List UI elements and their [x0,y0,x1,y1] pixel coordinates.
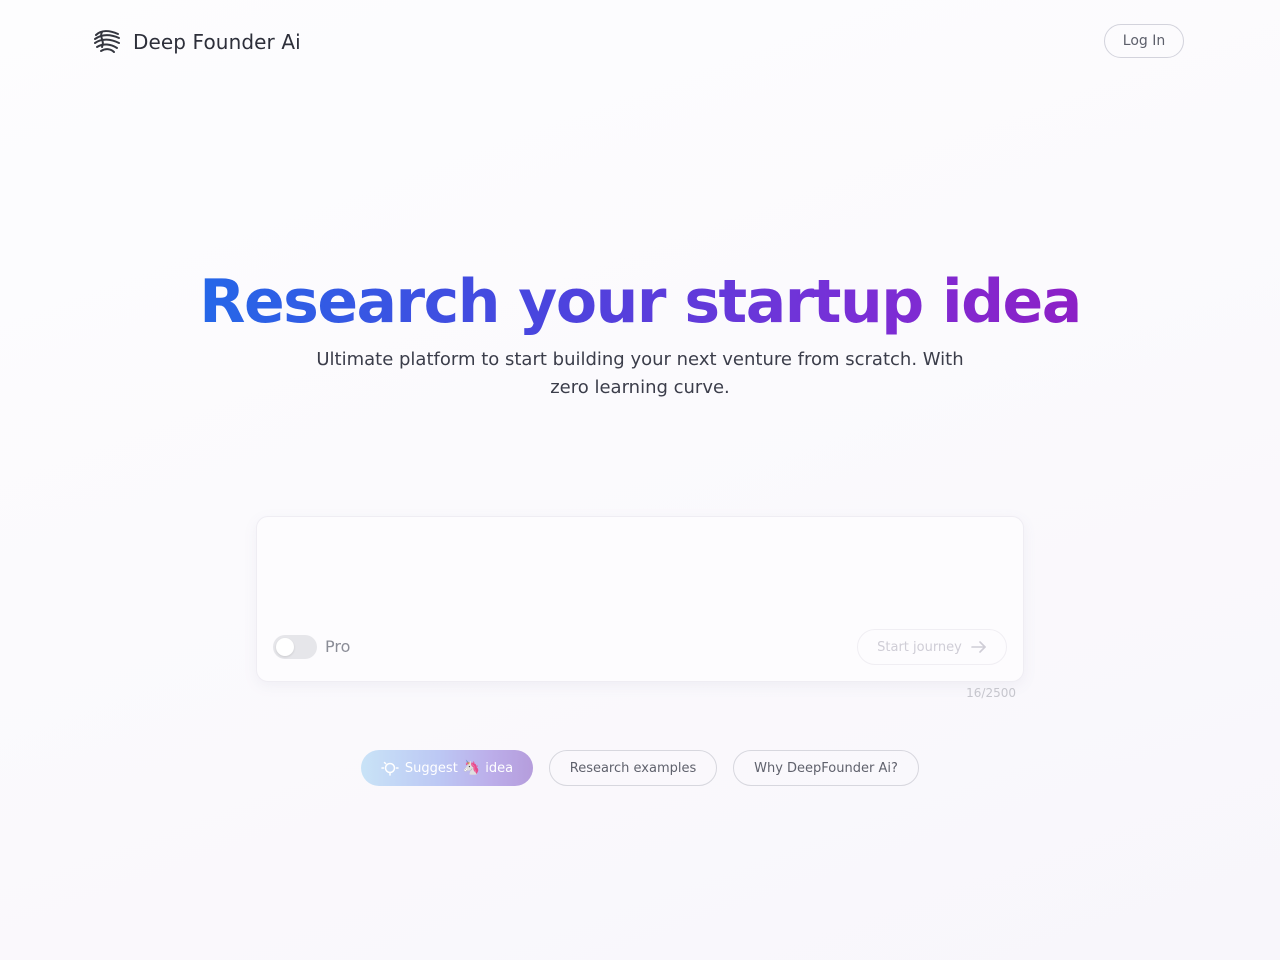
suggest-idea-button[interactable]: Suggest 🦄 idea [361,750,533,786]
hero-title: Research your startup idea [0,262,1280,342]
start-journey-button[interactable]: Start journey [857,629,1007,665]
toggle-knob [276,638,294,656]
pro-label: Pro [325,637,351,656]
suggest-suffix: idea [485,760,514,776]
lightbulb-icon [381,760,399,776]
research-examples-button[interactable]: Research examples [549,750,717,786]
idea-input-card: Pro Start journey [256,516,1024,682]
pro-toggle[interactable] [273,635,317,659]
character-counter: 16/2500 [966,686,1016,700]
brain-lines-icon [93,29,121,55]
login-button[interactable]: Log In [1104,24,1184,58]
brand-logo[interactable]: Deep Founder Ai [93,28,301,56]
idea-textarea[interactable] [273,531,1011,631]
top-header: Deep Founder Ai Log In [0,0,1280,84]
why-deepfounder-button[interactable]: Why DeepFounder Ai? [733,750,919,786]
arrow-right-icon [971,641,987,653]
hero-title-text: Research your startup idea [199,267,1082,337]
start-journey-label: Start journey [877,639,962,655]
hero-subtitle: Ultimate platform to start building your… [316,349,964,398]
brand-name: Deep Founder Ai [133,30,301,54]
unicorn-icon: 🦄 [462,760,481,776]
suggest-prefix: Suggest [404,760,458,776]
